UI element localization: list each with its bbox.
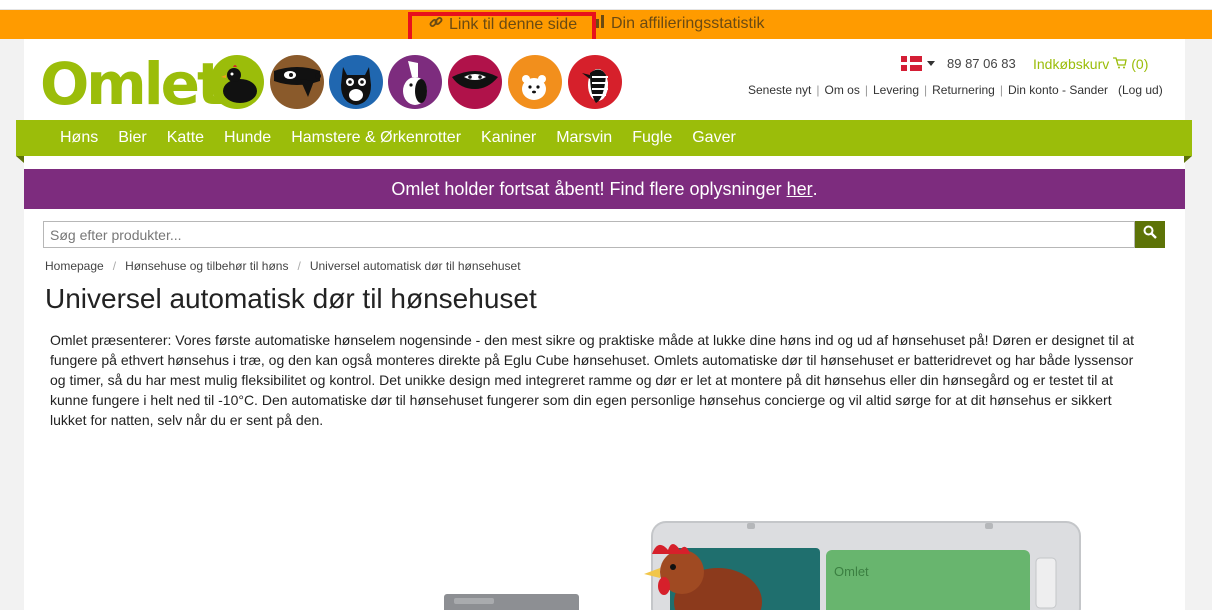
dog-icon[interactable]: [270, 55, 324, 109]
banner-end: .: [812, 178, 818, 199]
chicken-icon[interactable]: [210, 55, 264, 109]
nav-item-guinea-pigs[interactable]: Marsvin: [556, 129, 612, 147]
page-title: Universel automatisk dør til hønsehuset: [45, 283, 537, 314]
banner-text: Omlet holder fortsat åbent! Find flere o…: [391, 178, 782, 199]
link-about[interactable]: Om os: [825, 83, 860, 97]
divider: /: [297, 259, 301, 273]
nav-item-hamsters[interactable]: Hamstere & Ørkenrotter: [291, 129, 461, 147]
breadcrumb-category[interactable]: Hønsehuse og tilbehør til høns: [125, 259, 288, 273]
notice-banner: Omlet holder fortsat åbent! Find flere o…: [24, 169, 1185, 209]
divider: /: [112, 259, 117, 273]
nav-ribbon-fold-left: [16, 156, 24, 163]
divider: |: [816, 83, 820, 97]
link-logout[interactable]: (Log ud): [1118, 83, 1163, 97]
cart-label: Indkøbskurv: [1033, 56, 1110, 72]
guinea-pig-icon[interactable]: [448, 55, 502, 109]
header-links: Seneste nyt | Om os | Levering | Returnerin…: [748, 83, 1163, 97]
cart-link[interactable]: Indkøbskurv (0): [1033, 56, 1148, 72]
link-icon: [428, 14, 444, 35]
nav-item-dogs[interactable]: Hunde: [224, 129, 271, 147]
affiliate-stats-link[interactable]: Din affilieringsstatistik: [596, 14, 765, 33]
nav-item-gifts[interactable]: Gaver: [692, 129, 736, 147]
search-button[interactable]: [1135, 221, 1165, 248]
breadcrumb-home[interactable]: Homepage: [45, 259, 104, 273]
breadcrumb-current: Universel automatisk dør til hønsehuset: [309, 259, 521, 273]
phone-number: 89 87 06 83: [947, 56, 1016, 71]
nav-item-chickens[interactable]: Høns: [60, 129, 98, 147]
nav-item-rabbits[interactable]: Kaniner: [481, 129, 536, 147]
affiliate-link-button[interactable]: Link til denne side: [428, 14, 577, 35]
browser-top-strip: [0, 0, 1212, 10]
affiliate-stats-label: Din affilieringsstatistik: [611, 14, 765, 32]
product-description: Omlet præsenterer: Vores første automati…: [50, 332, 1134, 428]
cat-icon[interactable]: [329, 55, 383, 109]
affiliate-link-label: Link til denne side: [449, 15, 578, 33]
divider: |: [924, 83, 928, 97]
bird-icon[interactable]: [568, 55, 622, 109]
link-account[interactable]: Din konto - Sander: [1008, 83, 1108, 97]
cart-count: (0): [1131, 56, 1149, 72]
divider: |: [864, 83, 868, 97]
search-icon: [1143, 225, 1157, 244]
nav-item-birds[interactable]: Fugle: [632, 129, 672, 147]
cart-icon: [1113, 56, 1128, 72]
nav-ribbon-fold-right: [1184, 156, 1192, 163]
link-returns[interactable]: Returnering: [932, 83, 995, 97]
chevron-down-icon[interactable]: [927, 61, 935, 66]
link-latest-news[interactable]: Seneste nyt: [748, 83, 811, 97]
rabbit-icon[interactable]: [388, 55, 442, 109]
nav-item-bees[interactable]: Bier: [118, 129, 146, 147]
breadcrumb: Homepage / Hønsehuse og tilbehør til høns…: [45, 259, 521, 273]
omlet-logo[interactable]: Omlet: [40, 50, 225, 118]
divider: |: [999, 83, 1003, 97]
search-input[interactable]: [43, 221, 1135, 248]
banner-link[interactable]: her: [787, 179, 813, 200]
hamster-icon[interactable]: [508, 55, 562, 109]
danish-flag-icon[interactable]: [901, 56, 922, 71]
main-nav: Høns Bier Katte Hunde Hamstere & Ørkenro…: [16, 120, 1192, 156]
svg-text:Omlet: Omlet: [834, 564, 869, 579]
product-image: Omlet: [440, 520, 1090, 610]
nav-item-cats[interactable]: Katte: [167, 129, 204, 147]
bar-chart-icon: [596, 14, 606, 33]
link-delivery[interactable]: Levering: [873, 83, 919, 97]
